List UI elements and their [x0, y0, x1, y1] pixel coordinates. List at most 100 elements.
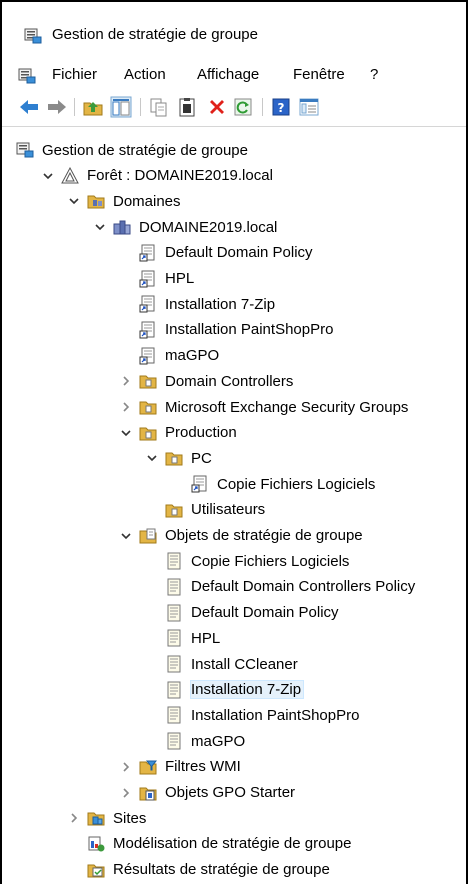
tree-node[interactable]: PC — [146, 446, 215, 470]
menu-fichier[interactable]: Fichier — [52, 66, 97, 83]
modeling-icon — [87, 835, 105, 853]
menu-help[interactable]: ? — [370, 66, 378, 83]
chevron-right-icon[interactable] — [120, 755, 132, 779]
tree-node[interactable]: Utilisateurs — [146, 498, 268, 522]
menu-action[interactable]: Action — [124, 66, 166, 83]
tree-node[interactable]: Default Domain Policy — [120, 241, 316, 265]
tree-node[interactable]: Sites — [68, 806, 149, 830]
chevron-down-icon[interactable] — [146, 446, 158, 470]
tree-node[interactable]: Objets de stratégie de groupe — [120, 524, 366, 548]
tree-node[interactable]: Objets GPO Starter — [120, 781, 298, 805]
ou-icon — [139, 398, 157, 416]
gpo-link-icon — [139, 347, 157, 365]
tree-node-label: Default Domain Policy — [191, 604, 339, 622]
chevron-right-icon[interactable] — [68, 806, 80, 830]
gpo-icon — [165, 732, 183, 750]
domains-folder-icon — [87, 192, 105, 210]
tree-node[interactable]: Installation 7-Zip — [146, 678, 305, 702]
tree-node[interactable]: Default Domain Controllers Policy — [146, 575, 418, 599]
tree-node-label: Modélisation de stratégie de groupe — [113, 835, 352, 853]
tree-node-label: HPL — [165, 270, 195, 287]
paste-icon[interactable] — [176, 96, 198, 118]
tree-node[interactable]: Forêt : DOMAINE2019.local — [42, 164, 276, 188]
tree-node-label: Default Domain Policy — [165, 244, 313, 262]
toolbar: ? — [2, 92, 466, 124]
tree-node-label: Domain Controllers — [165, 372, 294, 390]
chevron-right-icon[interactable] — [120, 369, 132, 393]
ou-icon — [165, 449, 183, 467]
tree-node-label: Gestion de stratégie de groupe — [42, 141, 248, 159]
tree-node[interactable]: Filtres WMI — [120, 755, 244, 779]
chevron-down-icon[interactable] — [120, 524, 132, 548]
forward-arrow-icon[interactable] — [46, 96, 68, 118]
system-menu-icon[interactable] — [18, 68, 36, 84]
domain-icon — [113, 218, 131, 236]
delete-icon[interactable] — [206, 96, 228, 118]
menu-bar: Fichier Action Affichage Fenêtre ? — [2, 64, 466, 88]
tree-node[interactable]: Domaines — [68, 189, 184, 213]
console-tree: Gestion de stratégie de groupe Forêt : DO… — [2, 128, 466, 884]
tree-node[interactable]: maGPO — [146, 729, 248, 753]
menu-fenetre[interactable]: Fenêtre — [293, 66, 345, 83]
gpo-icon — [165, 604, 183, 622]
tree-node[interactable]: DOMAINE2019.local — [94, 215, 280, 239]
properties-icon[interactable] — [298, 96, 320, 118]
gpmc-window: Gestion de stratégie de groupe Fichier A… — [0, 0, 468, 884]
tree-node-label: DOMAINE2019.local — [139, 218, 278, 236]
back-arrow-icon[interactable] — [18, 96, 40, 118]
chevron-down-icon[interactable] — [42, 164, 54, 188]
gpo-icon — [165, 552, 183, 570]
tree-node[interactable]: Copie Fichiers Logiciels — [146, 549, 352, 573]
tree-node[interactable]: Modélisation de stratégie de groupe — [68, 832, 355, 856]
menu-affichage[interactable]: Affichage — [197, 66, 259, 83]
chevron-right-icon[interactable] — [120, 395, 132, 419]
title-bar: Gestion de stratégie de groupe — [2, 2, 466, 64]
copy-icon[interactable] — [148, 96, 170, 118]
tree-node[interactable]: Gestion de stratégie de groupe — [16, 138, 251, 162]
tree-node[interactable]: HPL — [146, 626, 223, 650]
ou-icon — [165, 501, 183, 519]
tree-node-label: Microsoft Exchange Security Groups — [165, 398, 409, 416]
toolbar-separator — [262, 98, 263, 116]
tree-node-label: Installation 7-Zip — [190, 680, 305, 700]
toolbar-separator — [74, 98, 75, 116]
gpo-container-icon — [139, 527, 157, 545]
tree-node[interactable]: Installation PaintShopPro — [120, 318, 336, 342]
help-icon[interactable]: ? — [270, 96, 292, 118]
tree-node[interactable]: maGPO — [120, 344, 222, 368]
tree-node-label: Utilisateurs — [191, 501, 266, 519]
tree-node-label: Résultats de stratégie de groupe — [113, 861, 330, 879]
tree-node-label: Production — [165, 424, 237, 442]
tree-node[interactable]: Copie Fichiers Logiciels — [172, 472, 378, 496]
chevron-down-icon[interactable] — [68, 189, 80, 213]
up-folder-icon[interactable] — [82, 96, 104, 118]
tree-node[interactable]: HPL — [120, 267, 197, 291]
tree-node[interactable]: Production — [120, 421, 240, 445]
chevron-down-icon[interactable] — [120, 421, 132, 445]
tree-node[interactable]: Microsoft Exchange Security Groups — [120, 395, 411, 419]
chevron-down-icon[interactable] — [94, 215, 106, 239]
refresh-icon[interactable] — [232, 96, 254, 118]
tree-node[interactable]: Default Domain Policy — [146, 601, 342, 625]
tree-node[interactable]: Install CCleaner — [146, 652, 301, 676]
tree-node[interactable]: Installation PaintShopPro — [146, 703, 362, 727]
results-icon — [87, 861, 105, 879]
tree-node-label: maGPO — [165, 347, 220, 365]
sites-icon — [87, 809, 105, 827]
chevron-right-icon[interactable] — [120, 781, 132, 805]
tree-node[interactable]: Résultats de stratégie de groupe — [68, 858, 333, 882]
gpo-link-icon — [139, 244, 157, 262]
tree-node[interactable]: Domain Controllers — [120, 369, 296, 393]
show-hide-tree-icon[interactable] — [110, 96, 132, 118]
tree-node[interactable]: Installation 7-Zip — [120, 292, 278, 316]
gpo-icon — [165, 629, 183, 647]
gpo-link-icon — [191, 475, 209, 493]
tree-node-label: PC — [191, 449, 212, 467]
gpo-link-icon — [139, 321, 157, 339]
